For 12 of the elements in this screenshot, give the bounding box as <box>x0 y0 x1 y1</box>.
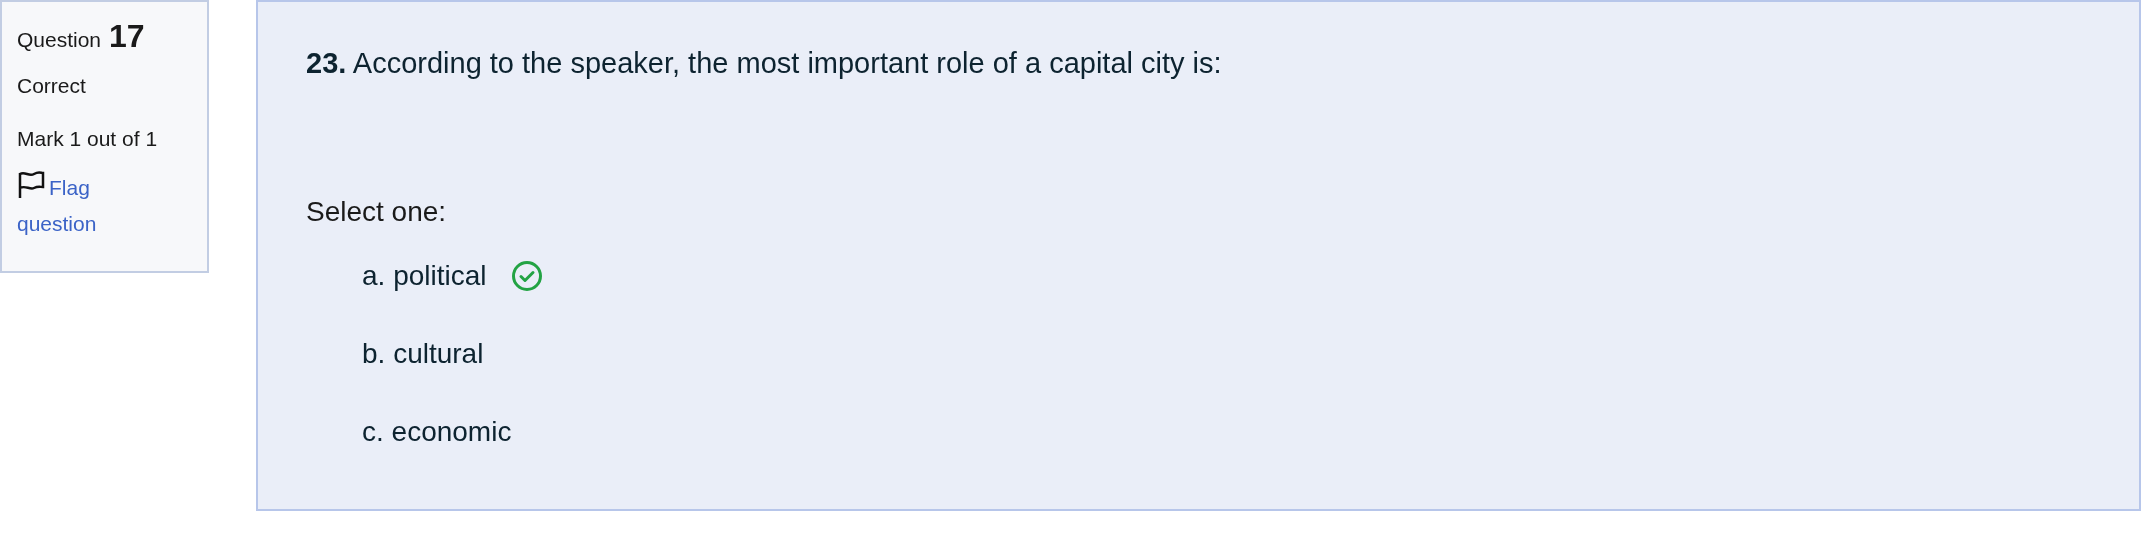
flag-question-link[interactable]: Flag question <box>17 168 122 242</box>
correct-check-icon <box>510 259 543 292</box>
answer-option[interactable]: a. political <box>362 254 487 297</box>
mark-text: Mark 1 out of 1 <box>17 126 159 152</box>
answer-option[interactable]: b. cultural <box>362 332 484 375</box>
answer-option[interactable]: c. economic <box>362 410 512 453</box>
question-number: 17 <box>109 20 145 52</box>
select-prompt: Select one: <box>306 194 448 229</box>
question-label: Question <box>17 27 102 53</box>
flag-icon <box>17 168 45 199</box>
question-text: 23. According to the speaker, the most important role of a capital city is: <box>306 46 1223 81</box>
status-text: Correct <box>17 72 87 99</box>
